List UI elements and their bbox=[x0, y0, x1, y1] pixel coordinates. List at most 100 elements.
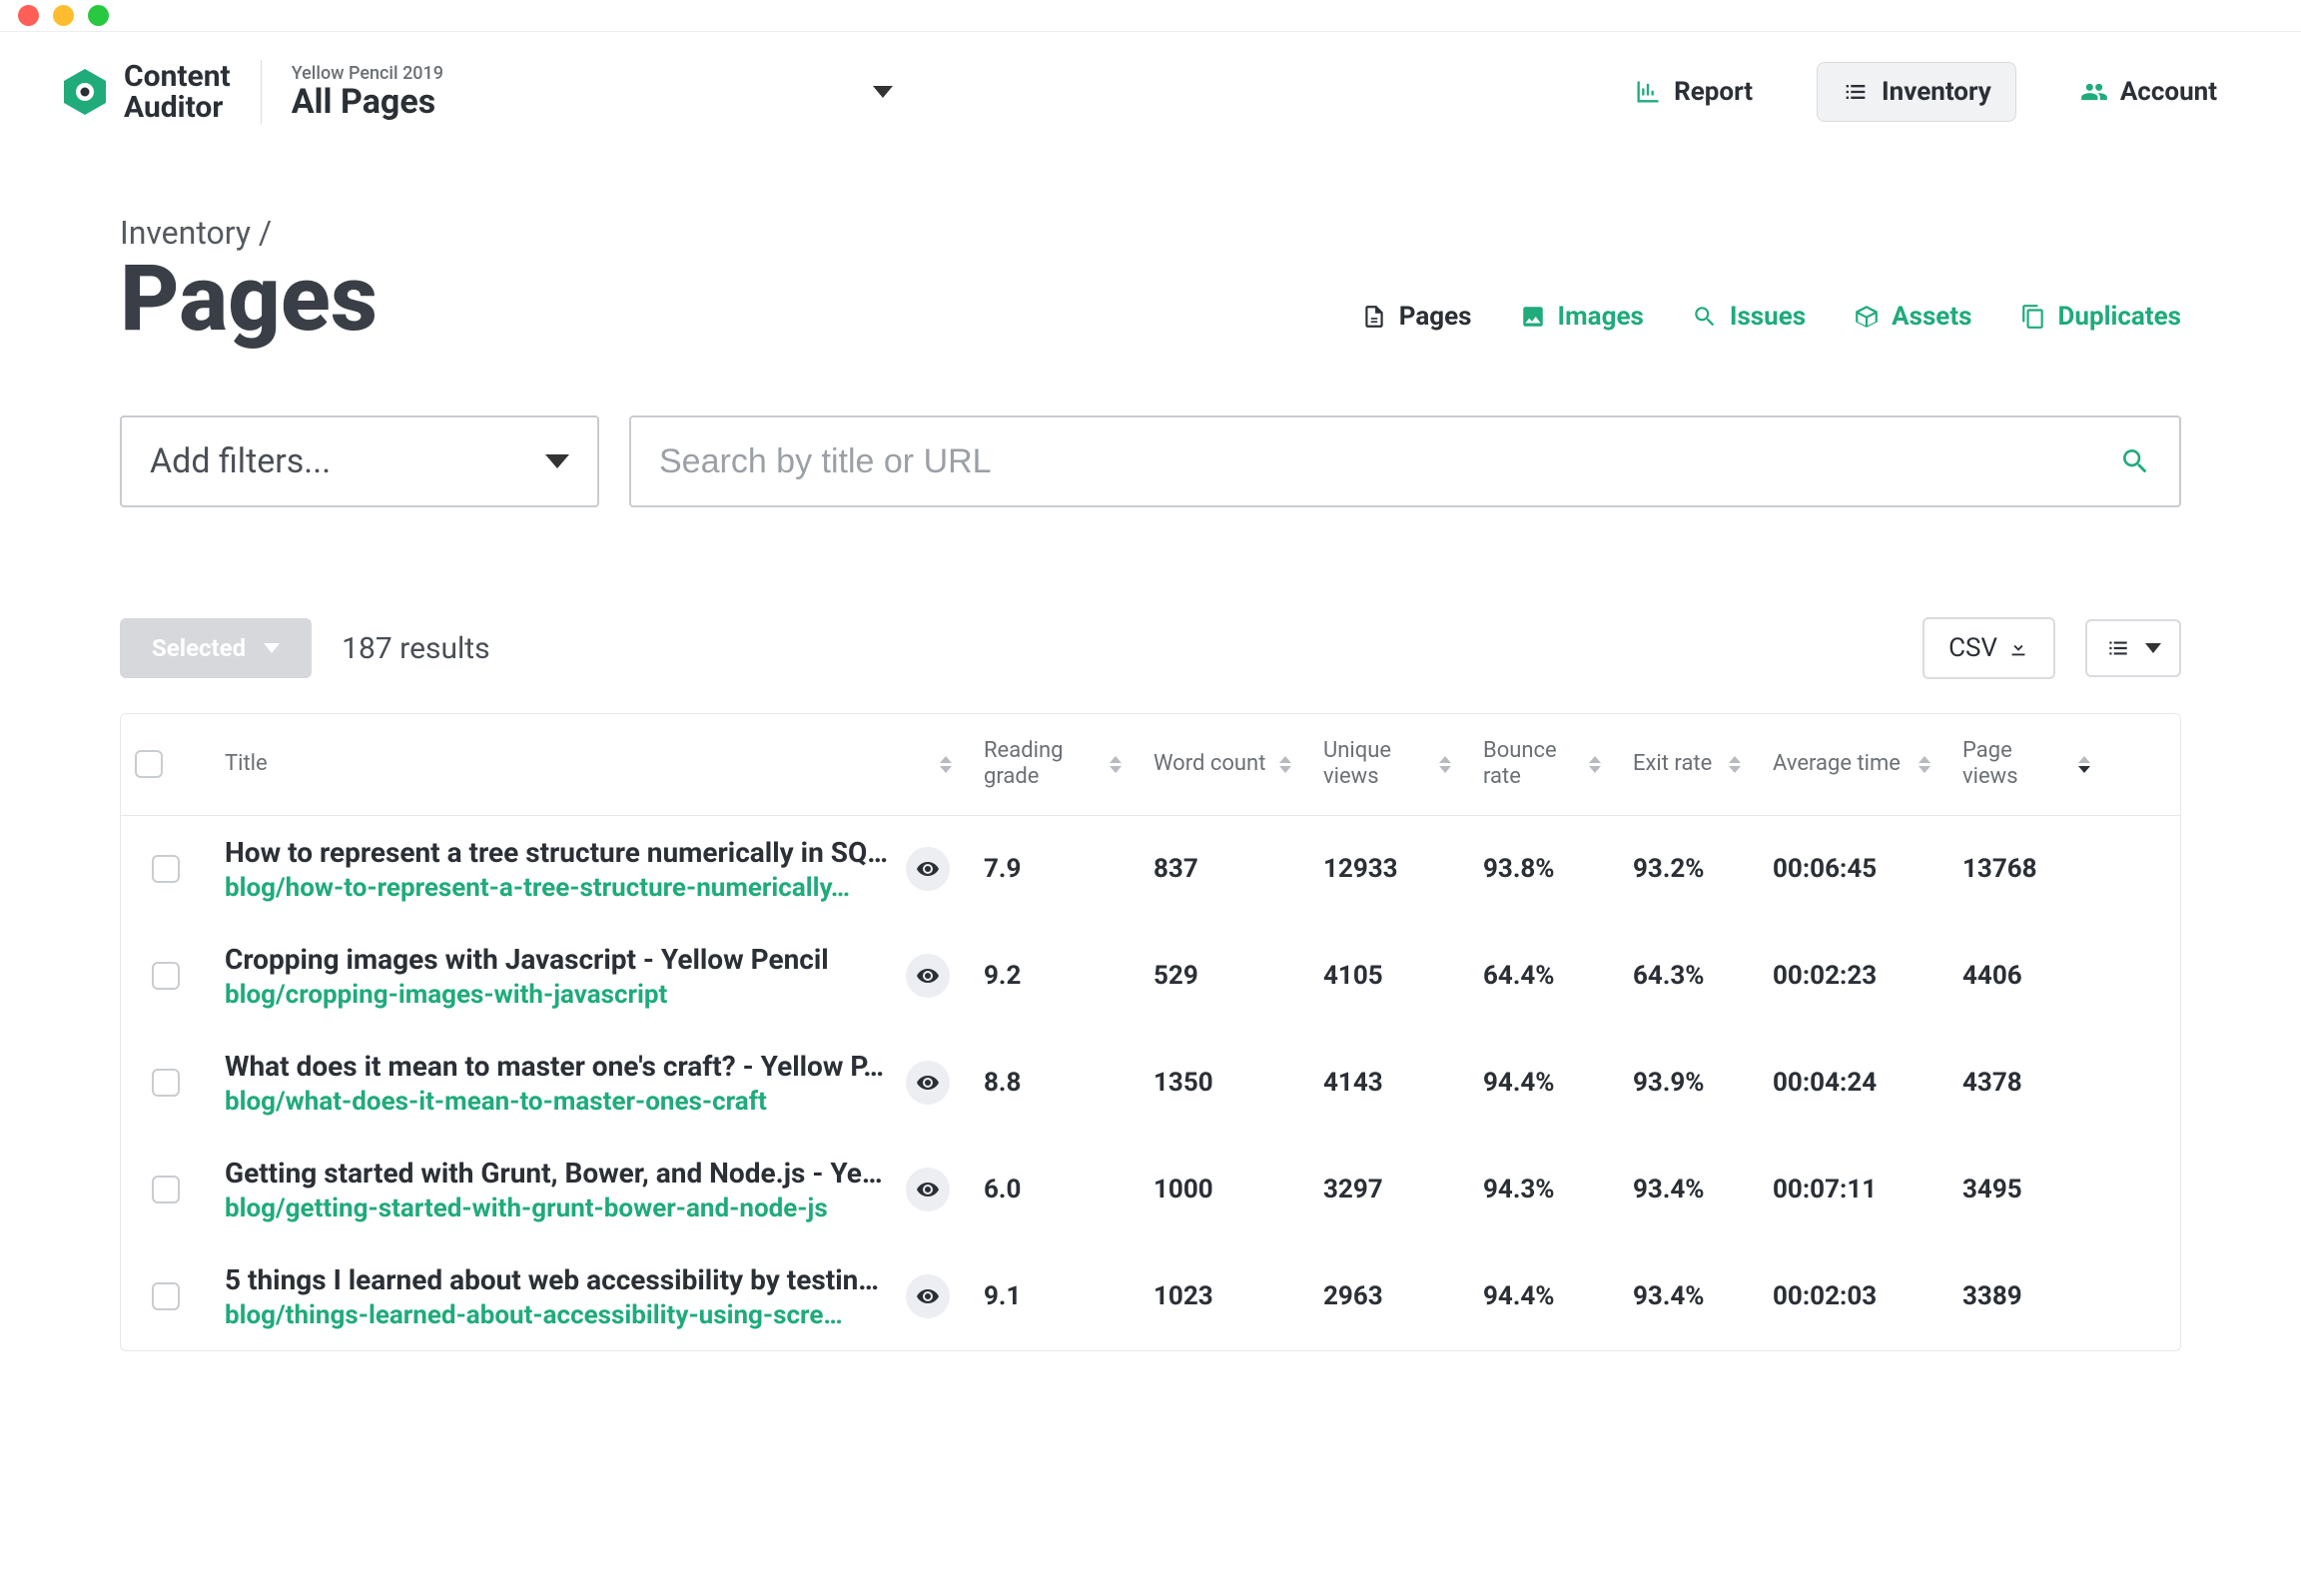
list-view-icon bbox=[2105, 635, 2131, 661]
sort-icon bbox=[2078, 756, 2090, 773]
row-reading-grade: 9.2 bbox=[970, 961, 1140, 991]
selected-button[interactable]: Selected bbox=[120, 618, 312, 678]
row-checkbox[interactable] bbox=[152, 962, 180, 990]
row-url[interactable]: blog/cropping-images-with-javascript bbox=[225, 980, 892, 1010]
row-checkbox[interactable] bbox=[152, 855, 180, 883]
row-unique-views: 4143 bbox=[1309, 1068, 1469, 1098]
col-bounce-rate[interactable]: Bounce rate bbox=[1469, 714, 1619, 815]
eye-icon bbox=[916, 857, 940, 881]
row-exit-rate: 93.9% bbox=[1619, 1068, 1759, 1098]
project-dropdown-icon[interactable] bbox=[873, 86, 893, 98]
bar-chart-icon bbox=[1634, 78, 1662, 106]
topbar: Content Auditor Yellow Pencil 2019 All P… bbox=[0, 32, 2301, 154]
cube-icon bbox=[1854, 304, 1880, 330]
row-unique-views: 12933 bbox=[1309, 854, 1469, 884]
table-row[interactable]: What does it mean to master one's craft?… bbox=[121, 1030, 2180, 1137]
row-avg-time: 00:06:45 bbox=[1759, 854, 1948, 884]
row-bounce-rate: 93.8% bbox=[1469, 854, 1619, 884]
preview-button[interactable] bbox=[906, 847, 950, 891]
row-exit-rate: 93.4% bbox=[1619, 1175, 1759, 1204]
results-table: Title Reading grade Word count Unique vi… bbox=[120, 713, 2181, 1351]
row-bounce-rate: 94.3% bbox=[1469, 1175, 1619, 1204]
preview-button[interactable] bbox=[906, 1168, 950, 1211]
chevron-down-icon bbox=[545, 454, 569, 468]
row-title: 5 things I learned about web accessibili… bbox=[225, 1263, 892, 1296]
row-checkbox[interactable] bbox=[152, 1282, 180, 1310]
preview-button[interactable] bbox=[906, 1274, 950, 1318]
row-exit-rate: 93.2% bbox=[1619, 854, 1759, 884]
list-icon bbox=[1842, 78, 1870, 106]
row-checkbox[interactable] bbox=[152, 1176, 180, 1203]
row-word-count: 1023 bbox=[1140, 1281, 1309, 1311]
col-word-count[interactable]: Word count bbox=[1140, 714, 1309, 815]
tab-pages[interactable]: Pages bbox=[1361, 302, 1472, 332]
download-icon bbox=[2007, 637, 2029, 659]
table-row[interactable]: 5 things I learned about web accessibili… bbox=[121, 1243, 2180, 1350]
window-minimize-button[interactable] bbox=[53, 5, 74, 26]
row-bounce-rate: 94.4% bbox=[1469, 1068, 1619, 1098]
row-avg-time: 00:02:03 bbox=[1759, 1281, 1948, 1311]
top-navigation: Report Inventory Account bbox=[1610, 62, 2241, 122]
nav-report[interactable]: Report bbox=[1610, 63, 1777, 121]
row-page-views: 3495 bbox=[1948, 1175, 2108, 1204]
row-exit-rate: 64.3% bbox=[1619, 961, 1759, 991]
add-filters-dropdown[interactable]: Add filters... bbox=[120, 415, 599, 507]
row-url[interactable]: blog/what-does-it-mean-to-master-ones-cr… bbox=[225, 1087, 892, 1117]
search-issues-icon bbox=[1692, 304, 1718, 330]
window-close-button[interactable] bbox=[18, 5, 39, 26]
row-word-count: 837 bbox=[1140, 854, 1309, 884]
row-url[interactable]: blog/how-to-represent-a-tree-structure-n… bbox=[225, 873, 892, 903]
tab-issues[interactable]: Issues bbox=[1692, 302, 1806, 332]
divider bbox=[261, 60, 262, 124]
search-input[interactable] bbox=[659, 442, 2119, 481]
file-icon bbox=[1361, 304, 1387, 330]
project-selector[interactable]: Yellow Pencil 2019 All Pages bbox=[292, 63, 443, 122]
tab-images[interactable]: Images bbox=[1520, 302, 1644, 332]
row-title: How to represent a tree structure numeri… bbox=[225, 836, 892, 869]
eye-icon bbox=[916, 1284, 940, 1308]
table-row[interactable]: Getting started with Grunt, Bower, and N… bbox=[121, 1137, 2180, 1243]
row-url[interactable]: blog/getting-started-with-grunt-bower-an… bbox=[225, 1194, 892, 1223]
row-word-count: 1350 bbox=[1140, 1068, 1309, 1098]
row-checkbox[interactable] bbox=[152, 1069, 180, 1097]
chevron-down-icon bbox=[264, 643, 280, 653]
eye-icon bbox=[916, 1071, 940, 1095]
row-reading-grade: 6.0 bbox=[970, 1175, 1140, 1204]
window-zoom-button[interactable] bbox=[88, 5, 109, 26]
row-url[interactable]: blog/things-learned-about-accessibility-… bbox=[225, 1300, 892, 1330]
col-unique-views[interactable]: Unique views bbox=[1309, 714, 1469, 815]
search-icon[interactable] bbox=[2119, 445, 2151, 477]
nav-inventory[interactable]: Inventory bbox=[1817, 62, 2016, 122]
preview-button[interactable] bbox=[906, 1061, 950, 1105]
search-field-wrapper bbox=[629, 415, 2181, 507]
project-name: Yellow Pencil 2019 bbox=[292, 63, 443, 84]
row-reading-grade: 8.8 bbox=[970, 1068, 1140, 1098]
nav-account[interactable]: Account bbox=[2056, 63, 2241, 121]
results-count: 187 results bbox=[342, 631, 489, 666]
eye-icon bbox=[916, 964, 940, 988]
col-avg-time[interactable]: Average time bbox=[1759, 714, 1948, 815]
col-reading-grade[interactable]: Reading grade bbox=[970, 714, 1140, 815]
view-mode-dropdown[interactable] bbox=[2085, 619, 2181, 677]
tab-assets[interactable]: Assets bbox=[1854, 302, 1971, 332]
row-avg-time: 00:04:24 bbox=[1759, 1068, 1948, 1098]
table-row[interactable]: Cropping images with Javascript - Yellow… bbox=[121, 923, 2180, 1030]
project-scope: All Pages bbox=[292, 82, 443, 122]
tab-duplicates[interactable]: Duplicates bbox=[2020, 302, 2182, 332]
preview-button[interactable] bbox=[906, 954, 950, 998]
select-all-checkbox[interactable] bbox=[135, 750, 163, 778]
row-unique-views: 3297 bbox=[1309, 1175, 1469, 1204]
row-word-count: 529 bbox=[1140, 961, 1309, 991]
col-checkbox bbox=[121, 714, 211, 815]
col-title[interactable]: Title bbox=[211, 714, 970, 815]
col-page-views[interactable]: Page views bbox=[1948, 714, 2108, 815]
export-csv-button[interactable]: CSV bbox=[1922, 617, 2055, 679]
app-logo[interactable]: Content Auditor bbox=[60, 61, 231, 124]
window-chrome bbox=[0, 0, 2301, 32]
sort-icon bbox=[1589, 756, 1601, 773]
image-icon bbox=[1520, 304, 1546, 330]
col-exit-rate[interactable]: Exit rate bbox=[1619, 714, 1759, 815]
table-row[interactable]: How to represent a tree structure numeri… bbox=[121, 816, 2180, 923]
page-title: Pages bbox=[120, 254, 378, 346]
sort-icon bbox=[1729, 756, 1741, 773]
